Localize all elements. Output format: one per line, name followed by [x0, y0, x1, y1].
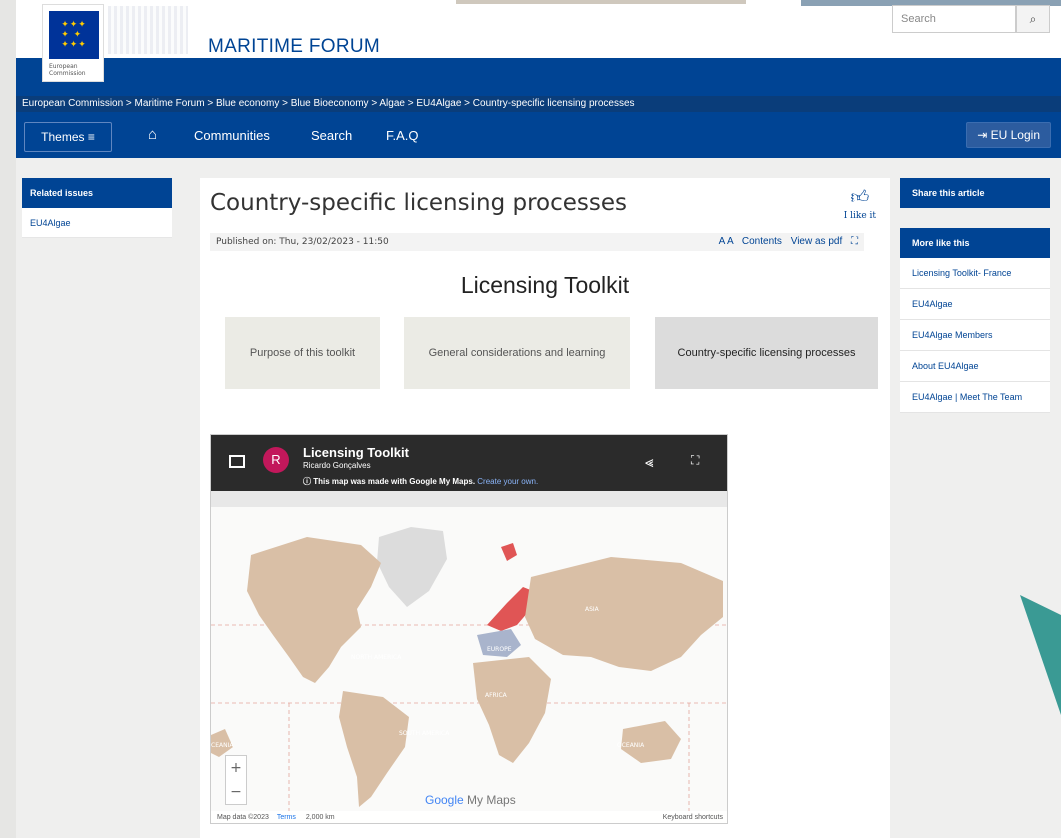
google-my-maps-logo: Google My Maps	[425, 793, 516, 807]
map-label-oceania: OCEANIA	[617, 742, 645, 749]
map-header: R Licensing Toolkit Ricardo Gonçalves ⓘ …	[211, 435, 727, 491]
fullscreen-icon[interactable]: ⛶	[851, 236, 858, 247]
map-label-oceania-edge: CEANIA	[211, 742, 234, 749]
map-label-asia: ASIA	[585, 606, 600, 613]
related-issue-link[interactable]: EU4Algae	[22, 208, 172, 238]
more-like-this-item[interactable]: Licensing Toolkit- France	[900, 258, 1050, 289]
avatar[interactable]: R	[263, 447, 289, 473]
like-label: I like it	[843, 211, 876, 221]
map-note: ⓘ This map was made with Google My Maps.…	[303, 477, 539, 486]
map-scale: 2,000 km	[305, 814, 335, 821]
create-your-own-link[interactable]: Create your own.	[477, 477, 538, 486]
map-footer: Map data ©2023 Terms 2,000 km Keyboard s…	[211, 811, 727, 823]
map-top-strip	[211, 491, 727, 507]
google-wordmark: Google	[425, 793, 464, 807]
fullscreen-map-icon[interactable]: ⛶	[691, 453, 699, 468]
card-country-specific[interactable]: Country-specific licensing processes	[655, 317, 878, 389]
search-input[interactable]: Search	[892, 5, 1016, 33]
european-commission-logo[interactable]: ✦✦✦ ✦ ✦ ✦✦✦ European Commission	[42, 4, 104, 82]
map-title[interactable]: Licensing Toolkit	[303, 445, 409, 460]
zoom-in-button[interactable]: +	[226, 756, 246, 780]
embedded-map[interactable]: R Licensing Toolkit Ricardo Gonçalves ⓘ …	[210, 434, 728, 824]
share-icon[interactable]: ⪡	[645, 453, 653, 471]
nav-search[interactable]: Search	[311, 128, 352, 143]
eu-flag-icon: ✦✦✦ ✦ ✦ ✦✦✦	[49, 11, 99, 59]
home-icon[interactable]: ⌂	[148, 126, 157, 143]
terms-link[interactable]: Terms	[277, 814, 296, 821]
nav-communities[interactable]: Communities	[194, 128, 270, 143]
card-purpose[interactable]: Purpose of this toolkit	[225, 317, 380, 389]
header-banner-image	[456, 0, 746, 4]
themes-menu-button[interactable]: Themes ≡	[24, 122, 112, 152]
toolkit-heading: Licensing Toolkit	[460, 272, 630, 298]
article-title: Country-specific licensing processes	[210, 190, 628, 216]
keyboard-shortcuts-link[interactable]: Keyboard shortcuts	[663, 811, 723, 823]
page: MARITIME FORUM Search ⌕ ✦✦✦ ✦ ✦ ✦✦✦ Europe…	[16, 0, 1061, 838]
thumbs-up-icon: 👍︎	[850, 187, 870, 208]
published-date: Published on: Thu, 23/02/2023 - 11:50	[216, 237, 389, 247]
more-like-this-item[interactable]: EU4Algae | Meet The Team	[900, 382, 1050, 413]
contents-link[interactable]: Contents	[742, 236, 782, 247]
zoom-control: + −	[225, 755, 247, 805]
site-title[interactable]: MARITIME FORUM	[208, 36, 380, 58]
breadcrumb[interactable]: European Commission > Maritime Forum > B…	[16, 96, 1061, 112]
article-meta-bar: Published on: Thu, 23/02/2023 - 11:50 A …	[210, 233, 864, 251]
search-button[interactable]: ⌕	[1016, 5, 1050, 33]
related-issues-heading: Related issues	[22, 178, 172, 208]
eu-login-button[interactable]: ⇥ EU Login	[966, 122, 1051, 148]
related-issues-panel: Related issues EU4Algae	[22, 178, 172, 238]
blue-band	[16, 58, 1061, 96]
map-label-south-america: SOUTH AMERICA	[399, 730, 450, 737]
map-label-europe: EUROPE	[487, 646, 512, 653]
article-content: Country-specific licensing processes 👍︎ …	[200, 178, 890, 838]
nav-faq[interactable]: F.A.Q	[386, 128, 419, 143]
more-like-this-item[interactable]: About EU4Algae	[900, 351, 1050, 382]
header-decoration	[108, 6, 188, 54]
magnifier-icon: ⌕	[1029, 12, 1037, 26]
zoom-out-button[interactable]: −	[226, 780, 246, 804]
decorative-shape	[1020, 595, 1061, 715]
logo-text-line2: Commission	[49, 70, 86, 77]
side-panel-icon[interactable]	[229, 455, 245, 468]
map-data-credit: Map data ©2023	[217, 814, 269, 821]
right-sidebar: Share this article More like this Licens…	[900, 178, 1050, 413]
card-general-considerations[interactable]: General considerations and learning	[404, 317, 630, 389]
more-like-this-item[interactable]: EU4Algae	[900, 289, 1050, 320]
map-author: Ricardo Gonçalves	[303, 461, 371, 470]
share-article-button[interactable]: Share this article	[900, 178, 1050, 208]
like-button[interactable]: 👍︎ I like it	[844, 186, 876, 221]
map-label-north-america: NORTH AMERICA	[351, 654, 402, 661]
world-map[interactable]: NORTH AMERICA SOUTH AMERICA EUROPE AFRIC…	[211, 507, 728, 811]
font-size-toggle[interactable]: A A	[719, 236, 733, 247]
logo-text-line1: European	[49, 63, 78, 70]
top-header: MARITIME FORUM Search ⌕	[16, 0, 1061, 62]
more-like-this-heading: More like this	[900, 228, 1050, 258]
main-nav: Themes ≡ ⌂ Communities Search F.A.Q ⇥ EU…	[16, 112, 1061, 158]
view-as-pdf-link[interactable]: View as pdf	[791, 236, 843, 247]
my-maps-wordmark: My Maps	[467, 793, 516, 807]
map-label-africa: AFRICA	[485, 692, 508, 699]
more-like-this-item[interactable]: EU4Algae Members	[900, 320, 1050, 351]
